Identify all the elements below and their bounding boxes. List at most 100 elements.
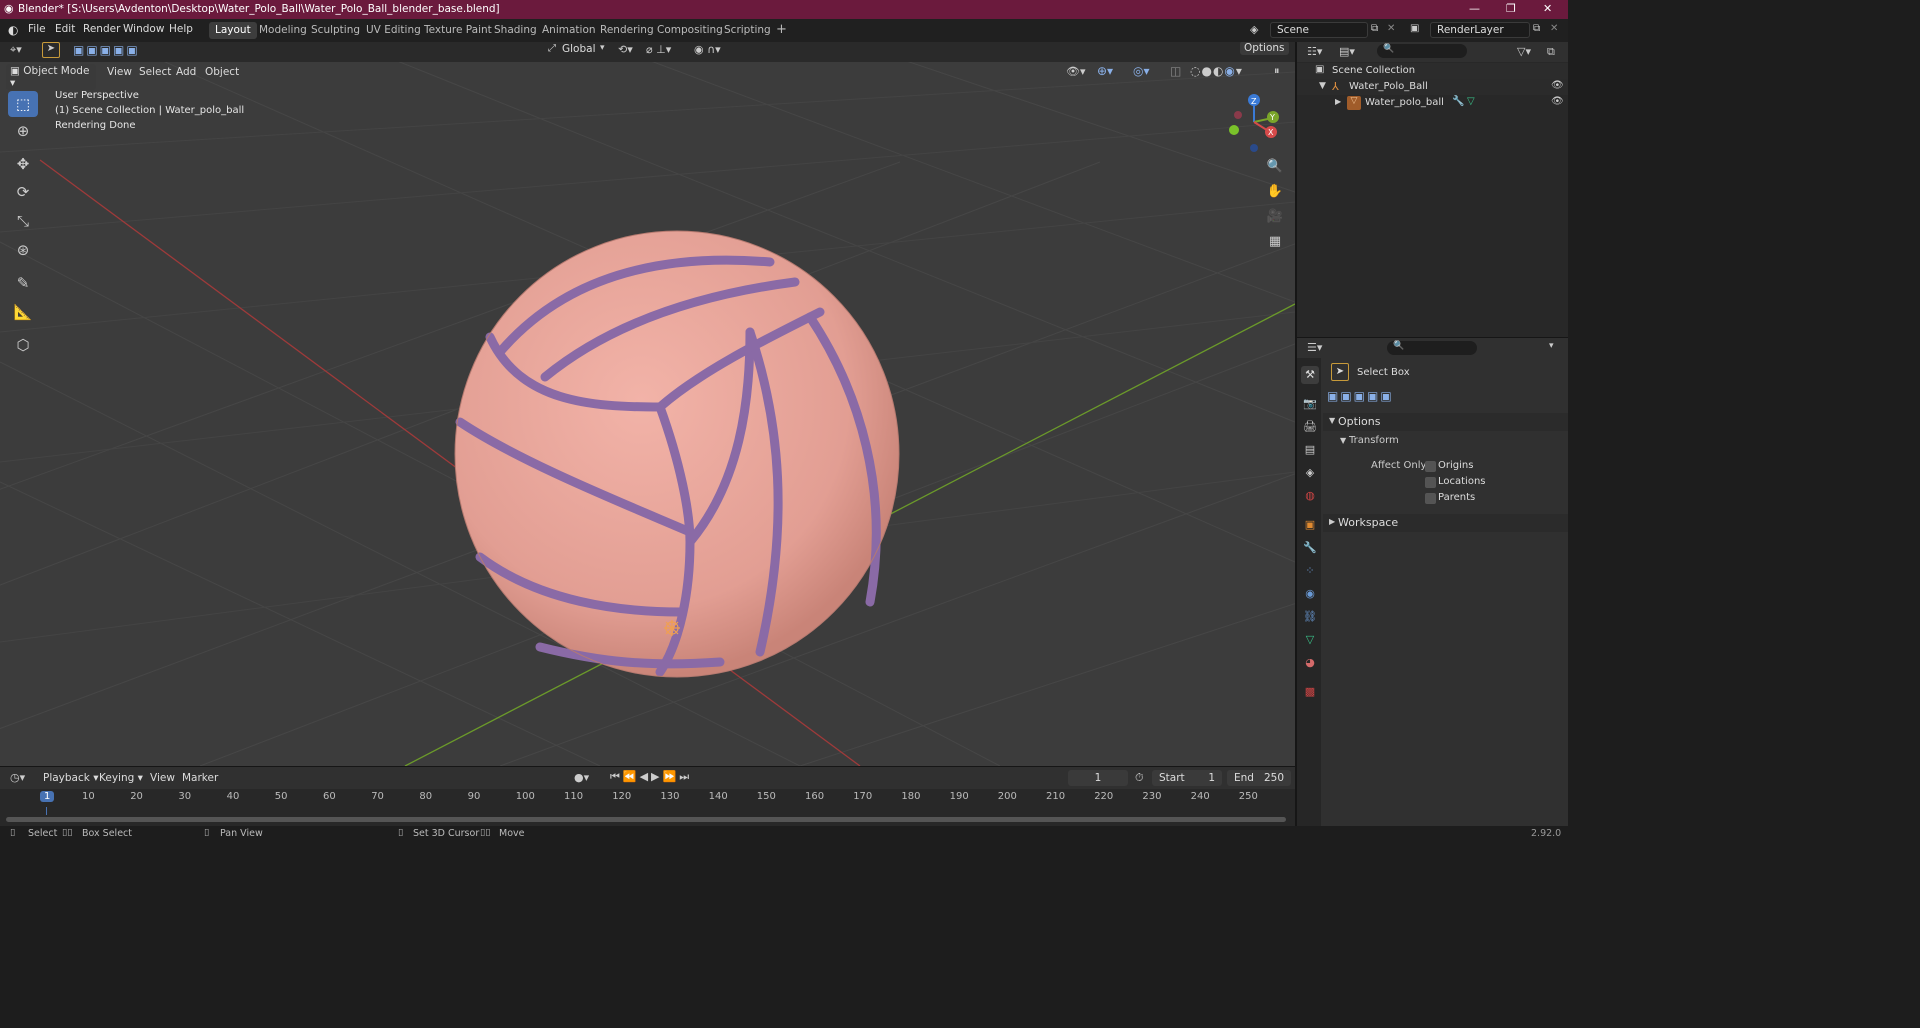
menu-edit[interactable]: Edit bbox=[55, 23, 75, 35]
camera-view-icon[interactable]: 🎥 bbox=[1264, 206, 1286, 228]
tab-modeling[interactable]: Modeling bbox=[253, 22, 313, 39]
filter-icon[interactable]: ▽▾ bbox=[1517, 45, 1531, 58]
outliner-row-scene-collection[interactable]: ▣ Scene Collection bbox=[1297, 63, 1568, 79]
record-icon[interactable]: ●▾ bbox=[574, 771, 589, 784]
modifier-wrench-icon[interactable]: 🔧 bbox=[1452, 96, 1464, 107]
current-frame-field[interactable]: 1 bbox=[1068, 770, 1128, 786]
pause-icon[interactable]: ⏸ bbox=[1274, 64, 1280, 78]
display-mode-icon[interactable]: ▤▾ bbox=[1339, 45, 1355, 58]
close-icon[interactable]: ✕ bbox=[1543, 2, 1552, 15]
constraints-tab-icon[interactable]: ⛓ bbox=[1301, 608, 1319, 626]
editor-type-icon[interactable]: ⌖▾ bbox=[10, 43, 22, 57]
timeline-menu-marker[interactable]: Marker bbox=[178, 771, 222, 785]
locations-checkbox[interactable] bbox=[1425, 477, 1436, 488]
measure-tool[interactable]: 📐 bbox=[8, 299, 38, 325]
playhead-line[interactable] bbox=[46, 807, 47, 815]
options-section-header[interactable]: ▼ Options bbox=[1323, 413, 1568, 431]
editor-type-icon[interactable]: ☷▾ bbox=[1307, 45, 1322, 58]
modifiers-tab-icon[interactable]: 🔧 bbox=[1301, 539, 1319, 557]
viewport-menu-view[interactable]: View bbox=[103, 65, 136, 79]
scale-tool[interactable]: ⤡ bbox=[8, 208, 38, 234]
select-mode-icons[interactable]: ▣▣▣▣▣ bbox=[1327, 389, 1394, 403]
outliner-row-water-polo-ball-mesh[interactable]: ▶ ▽ Water_polo_ball 🔧 ▽ 👁 bbox=[1297, 95, 1568, 111]
render-tab-icon[interactable]: 📷 bbox=[1301, 395, 1319, 413]
outliner-search-input[interactable]: 🔍 bbox=[1377, 44, 1467, 58]
annotate-tool[interactable]: ✎ bbox=[8, 270, 38, 296]
xray-icon[interactable]: ◫ bbox=[1170, 64, 1181, 78]
viewport-menu-object[interactable]: Object bbox=[201, 65, 243, 79]
object-mode-dropdown[interactable]: ▣ Object Mode ▾ bbox=[6, 64, 96, 90]
menu-file[interactable]: File bbox=[28, 23, 46, 35]
object-tab-icon[interactable]: ▣ bbox=[1301, 516, 1319, 534]
texture-tab-icon[interactable]: ▩ bbox=[1301, 683, 1319, 701]
tab-rendering[interactable]: Rendering bbox=[594, 22, 660, 39]
expand-arrow-icon[interactable]: ▼ bbox=[1319, 81, 1326, 91]
timeline-menu-view[interactable]: View bbox=[146, 771, 179, 785]
gizmo-toggle-icon[interactable]: ⊕▾ bbox=[1097, 64, 1113, 78]
maximize-icon[interactable]: ❐ bbox=[1506, 2, 1516, 15]
menu-window[interactable]: Window bbox=[123, 23, 164, 35]
visibility-eye-icon[interactable]: 👁 bbox=[1551, 80, 1564, 91]
tab-animation[interactable]: Animation bbox=[536, 22, 602, 39]
tab-layout[interactable]: Layout bbox=[209, 22, 257, 39]
particles-tab-icon[interactable]: ⁘ bbox=[1301, 562, 1319, 580]
stopwatch-icon[interactable]: ⏱ bbox=[1135, 771, 1144, 785]
minimize-icon[interactable]: — bbox=[1469, 2, 1480, 15]
tab-sculpting[interactable]: Sculpting bbox=[305, 22, 366, 39]
orientation-icon[interactable]: ⤢ bbox=[548, 43, 556, 54]
snap-icon[interactable]: ⌀ ⊥▾ bbox=[646, 43, 671, 56]
menu-help[interactable]: Help bbox=[169, 23, 193, 35]
viewport-menu-add[interactable]: Add bbox=[172, 65, 200, 79]
viewport-menu-select[interactable]: Select bbox=[135, 65, 175, 79]
visibility-icon[interactable]: 👁▾ bbox=[1066, 65, 1086, 78]
tool-tab-icon[interactable]: ⚒ bbox=[1301, 366, 1319, 384]
copy-layer-icon[interactable]: ⧉ bbox=[1533, 23, 1540, 34]
output-tab-icon[interactable]: 🖨 bbox=[1301, 418, 1319, 436]
material-tab-icon[interactable]: ◕ bbox=[1301, 654, 1319, 672]
mesh-data-icon[interactable]: ▽ bbox=[1467, 96, 1475, 107]
chevron-down-icon[interactable]: ▾ bbox=[600, 43, 605, 53]
move-tool[interactable]: ✥ bbox=[8, 151, 38, 177]
timeline-menu-playback[interactable]: Playback ▾ bbox=[39, 771, 102, 785]
timeline-menu-keying[interactable]: Keying ▾ bbox=[95, 771, 147, 785]
add-cube-tool[interactable]: ⬡ bbox=[8, 332, 38, 358]
frame-ruler[interactable]: 1 10 20 30 40 50 60 70 80 90 100 110 120 130 140 150 160… bbox=[0, 789, 1295, 807]
options-dropdown[interactable]: Options bbox=[1240, 42, 1289, 55]
proportional-editing-icon[interactable]: ◉ ∩▾ bbox=[694, 43, 721, 56]
properties-search-input[interactable]: 🔍 bbox=[1387, 341, 1477, 355]
delete-scene-icon[interactable]: ✕ bbox=[1387, 23, 1395, 34]
view-layer-tab-icon[interactable]: ▤ bbox=[1301, 441, 1319, 459]
playback-controls-icon[interactable]: ⏮⏪◀▶⏩⏭ bbox=[610, 770, 692, 784]
start-frame-field[interactable]: Start 1 bbox=[1152, 770, 1222, 786]
editor-type-icon[interactable]: ☰▾ bbox=[1307, 341, 1322, 354]
delete-layer-icon[interactable]: ✕ bbox=[1550, 23, 1558, 34]
copy-scene-icon[interactable]: ⧉ bbox=[1371, 23, 1378, 34]
tool-cursor-icon[interactable]: ➤ bbox=[42, 42, 60, 58]
visibility-eye-icon[interactable]: 👁 bbox=[1551, 96, 1564, 107]
physics-tab-icon[interactable]: ◉ bbox=[1301, 585, 1319, 603]
expand-arrow-icon[interactable]: ▶ bbox=[1335, 97, 1341, 106]
navigation-gizmo[interactable]: Z Y X bbox=[1224, 90, 1284, 156]
cursor-tool[interactable]: ⊕ bbox=[8, 118, 38, 144]
transform-subsection-header[interactable]: ▼ Transform bbox=[1323, 433, 1568, 449]
blender-menu-icon[interactable]: ◐ bbox=[8, 23, 18, 37]
pan-hand-icon[interactable]: ✋ bbox=[1264, 181, 1286, 203]
outliner-row-water-polo-ball-empty[interactable]: ▼ ⅄ Water_Polo_Ball 👁 bbox=[1297, 79, 1568, 95]
pivot-point-icon[interactable]: ⟲▾ bbox=[618, 43, 633, 56]
transform-tool[interactable]: ⊛ bbox=[8, 237, 38, 263]
editor-type-icon[interactable]: ◷▾ bbox=[10, 771, 25, 784]
zoom-icon[interactable]: 🔍 bbox=[1264, 156, 1286, 178]
render-layer-field[interactable]: RenderLayer bbox=[1430, 22, 1530, 38]
select-mode-icons[interactable]: ▣▣▣▣▣ bbox=[73, 43, 140, 57]
add-workspace-icon[interactable]: + bbox=[770, 20, 793, 37]
world-tab-icon[interactable]: ◍ bbox=[1301, 487, 1319, 505]
new-collection-icon[interactable]: ⧉ bbox=[1547, 45, 1555, 59]
parents-checkbox[interactable] bbox=[1425, 493, 1436, 504]
transform-orientation-dropdown[interactable]: Global bbox=[562, 43, 596, 55]
tab-uv-editing[interactable]: UV Editing bbox=[360, 22, 427, 39]
origins-checkbox[interactable] bbox=[1425, 461, 1436, 472]
viewport-3d[interactable]: ⌖▾ ➤ ▣▣▣▣▣ ⤢ Global ▾ ⟲▾ ⌀ ⊥▾ ◉ ∩▾ Optio… bbox=[0, 42, 1295, 766]
chevron-down-icon[interactable]: ▾ bbox=[1549, 341, 1554, 351]
overlays-icon[interactable]: ◎▾ bbox=[1133, 64, 1150, 78]
workspace-section-header[interactable]: ▶ Workspace bbox=[1323, 514, 1568, 532]
